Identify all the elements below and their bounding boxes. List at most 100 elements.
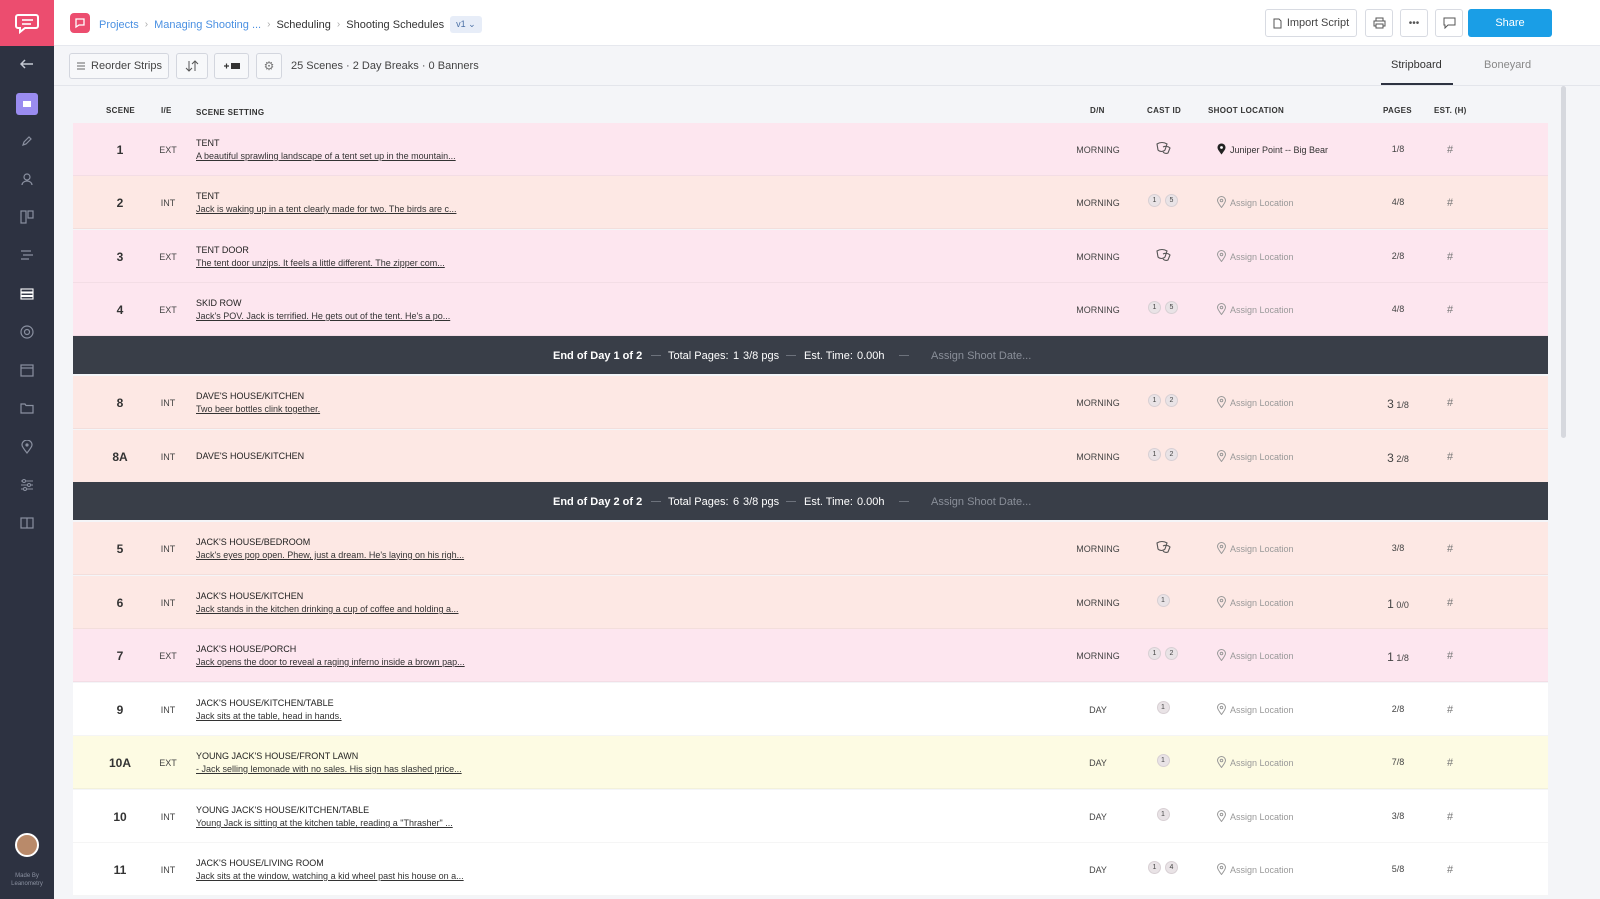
cast-id-badge[interactable]: 1 [1148,301,1161,314]
more-button[interactable]: ••• [1400,9,1428,37]
cast-id-badge[interactable]: 2 [1165,448,1178,461]
aperture-icon[interactable] [0,320,54,344]
scene-strip[interactable]: 1 EXT TENT A beautiful sprawling landscape … [73,123,1548,176]
day-break-strip[interactable]: End of Day 1 of 2 Total Pages: 1 3/8 pgs Est… [73,336,1548,374]
shoot-location[interactable]: Assign Location [1216,250,1294,264]
shoot-location[interactable]: Assign Location [1216,542,1294,556]
scene-strip[interactable]: 2 INT TENT Jack is waking up in a tent clea… [73,176,1548,229]
estimate-hours[interactable]: # [1435,197,1465,209]
estimate-hours[interactable]: # [1435,650,1465,662]
project-badge-icon[interactable] [70,13,90,33]
cast-id-badge[interactable]: 1 [1148,448,1161,461]
scene-description[interactable]: Jack's eyes pop open. Phew, just a dream… [196,550,464,560]
sort-button[interactable] [176,53,208,79]
scene-strip[interactable]: 5 INT JACK'S HOUSE/BEDROOM Jack's eyes pop … [73,522,1548,575]
app-logo[interactable] [0,0,54,46]
characters-icon[interactable] [0,167,54,191]
shoot-location[interactable]: Assign Location [1216,810,1294,824]
col-est[interactable]: EST. (H) [1434,106,1467,115]
vertical-scrollbar[interactable] [1561,86,1566,438]
scene-strip[interactable]: 10A EXT YOUNG JACK'S HOUSE/FRONT LAWN - Jac… [73,736,1548,789]
scene-strip[interactable]: 4 EXT SKID ROW Jack's POV. Jack is terrifie… [73,283,1548,336]
shoot-location[interactable]: Assign Location [1216,196,1294,210]
cast-id-badge[interactable]: 1 [1156,701,1170,714]
shoot-location[interactable]: Assign Location [1216,596,1294,610]
breadcrumb-project[interactable]: Managing Shooting ... [154,19,261,31]
scene-description[interactable]: Jack opens the door to reveal a raging i… [196,657,465,667]
cast-id-badge[interactable]: 1 [1156,808,1170,821]
user-avatar[interactable] [15,833,39,857]
comments-button[interactable] [1435,9,1463,37]
estimate-hours[interactable]: # [1435,811,1465,823]
estimate-hours[interactable]: # [1435,757,1465,769]
scene-strip[interactable]: 8A INT DAVE'S HOUSE/KITCHEN MORNING 1 2 Assign… [73,430,1548,483]
back-arrow-icon[interactable] [0,52,54,76]
settings-button[interactable]: ⚙ [256,53,282,79]
shoot-location[interactable]: Assign Location [1216,396,1294,410]
cast-id-badge[interactable]: 1 [1148,647,1161,660]
assign-shoot-date[interactable]: Assign Shoot Date... [931,496,1031,508]
breadcrumb-projects[interactable]: Projects [99,19,139,31]
scene-description[interactable]: Young Jack is sitting at the kitchen tab… [196,818,453,828]
cast-id-badge[interactable]: 2 [1165,394,1178,407]
col-ie[interactable]: I/E [161,106,172,115]
estimate-hours[interactable]: # [1435,397,1465,409]
shoot-location[interactable]: Assign Location [1216,649,1294,663]
cast-id-badge[interactable]: 1 [1148,194,1161,207]
col-dn[interactable]: D/N [1090,106,1105,115]
estimate-hours[interactable]: # [1435,704,1465,716]
shoot-location[interactable]: Assign Location [1216,450,1294,464]
cast-id-badge[interactable]: 5 [1165,301,1178,314]
tab-boneyard[interactable]: Boneyard [1484,59,1531,71]
import-script-button[interactable]: Import Script [1265,9,1357,37]
cast-id-badge[interactable]: 5 [1165,194,1178,207]
scene-description[interactable]: - Jack selling lemonade with no sales. H… [196,764,462,774]
estimate-hours[interactable]: # [1435,543,1465,555]
shoot-location[interactable]: Assign Location [1216,703,1294,717]
folder-icon[interactable] [0,396,54,420]
project-icon[interactable] [0,92,54,116]
pencil-icon[interactable] [0,129,54,153]
scene-description[interactable]: Jack's POV. Jack is terrified. He gets o… [196,311,450,321]
day-break-strip[interactable]: End of Day 2 of 2 Total Pages: 6 3/8 pgs Est… [73,482,1548,520]
cast-id-badge[interactable]: 1 [1156,754,1170,767]
scene-strip[interactable]: 8 INT DAVE'S HOUSE/KITCHEN Two beer bottles… [73,376,1548,429]
estimate-hours[interactable]: # [1435,451,1465,463]
assign-shoot-date[interactable]: Assign Shoot Date... [931,350,1031,362]
scene-description[interactable]: Jack sits at the window, watching a kid … [196,871,464,881]
shoot-location[interactable]: Juniper Point -- Big Bear [1217,143,1328,157]
shoot-location[interactable]: Assign Location [1216,303,1294,317]
stripboard-icon[interactable] [0,282,54,306]
col-cast[interactable]: CAST ID [1147,106,1181,115]
share-button[interactable]: Share [1468,9,1552,37]
cast-id-badge[interactable]: 4 [1165,861,1178,874]
cast-id-badge[interactable]: 1 [1148,394,1161,407]
reorder-strips-button[interactable]: Reorder Strips [69,53,169,79]
col-scene[interactable]: SCENE [106,106,135,115]
estimate-hours[interactable]: # [1435,144,1465,156]
breadcrumb-section[interactable]: Scheduling [276,19,330,31]
scene-strip[interactable]: 10 INT YOUNG JACK'S HOUSE/KITCHEN/TABLE You… [73,790,1548,843]
version-select[interactable]: v1 ⌄ [450,16,482,33]
scene-description[interactable]: Jack sits at the table, head in hands. [196,711,342,721]
estimate-hours[interactable]: # [1435,864,1465,876]
col-pages[interactable]: PAGES [1383,106,1412,115]
cast-id-badge[interactable]: 2 [1165,647,1178,660]
estimate-hours[interactable]: # [1435,251,1465,263]
estimate-hours[interactable]: # [1435,597,1465,609]
location-pin-icon[interactable] [0,435,54,459]
shoot-location[interactable]: Assign Location [1216,756,1294,770]
scene-strip[interactable]: 9 INT JACK'S HOUSE/KITCHEN/TABLE Jack sits … [73,683,1548,736]
col-location[interactable]: SHOOT LOCATION [1208,106,1284,115]
scene-strip[interactable]: 3 EXT TENT DOOR The tent door unzips. It fe… [73,230,1548,283]
col-setting[interactable]: SCENE SETTING [196,108,264,117]
scene-description[interactable]: Jack is waking up in a tent clearly made… [196,204,456,214]
scene-description[interactable]: Two beer bottles clink together. [196,404,320,414]
cast-id-badge[interactable]: 1 [1156,594,1170,607]
scene-strip[interactable]: 7 EXT JACK'S HOUSE/PORCH Jack opens the doo… [73,629,1548,682]
storyboard-icon[interactable] [0,205,54,229]
scene-strip[interactable]: 6 INT JACK'S HOUSE/KITCHEN Jack stands in t… [73,576,1548,629]
scene-description[interactable]: Jack stands in the kitchen drinking a cu… [196,604,459,614]
cast-id-badge[interactable]: 1 [1148,861,1161,874]
print-button[interactable] [1365,9,1393,37]
